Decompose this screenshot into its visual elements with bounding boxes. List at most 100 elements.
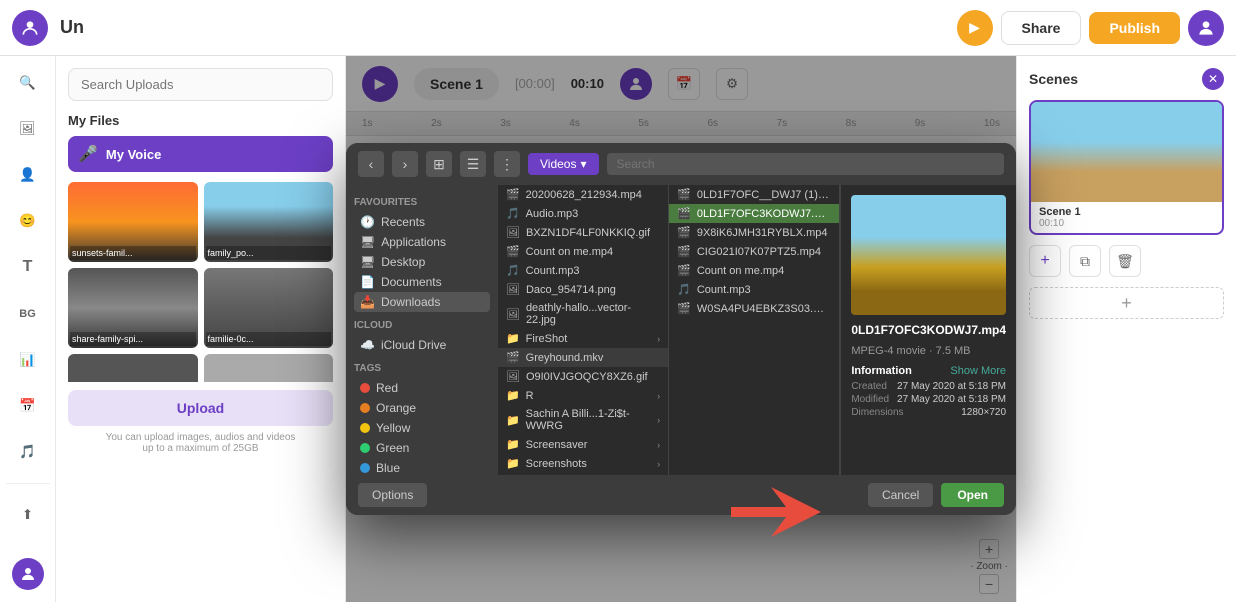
fp-file-row[interactable]: 🎬Count on me.mp4: [498, 242, 668, 261]
fp-toolbar: ‹ › ⊞ ☰ ⋮ Videos ▾: [346, 143, 1016, 185]
fp-column-view-btn[interactable]: ⋮: [494, 151, 520, 177]
my-voice-icon: 🎤: [78, 144, 98, 164]
fp-forward-btn[interactable]: ›: [392, 151, 418, 177]
fp-options-button[interactable]: Options: [358, 483, 427, 507]
avatar-icon-btn[interactable]: 😊: [10, 206, 46, 236]
scenes-close-btn[interactable]: ✕: [1202, 68, 1224, 90]
bg-icon-btn[interactable]: BG: [10, 299, 46, 329]
share-button[interactable]: Share: [1001, 11, 1082, 45]
fp-file2-row3[interactable]: 🎬9X8iK6JMH31RYBLX.mp4: [669, 223, 839, 242]
icon-sidebar: 🔍 🖼 👤 😊 T BG 📊 📅 🎵 ⬆: [0, 56, 56, 602]
fp-show-more[interactable]: Show More: [950, 365, 1006, 377]
scenes-actions: + ⧉ 🗑: [1029, 245, 1224, 277]
search-icon-btn[interactable]: 🔍: [10, 68, 46, 98]
text-icon-btn[interactable]: T: [10, 252, 46, 282]
upload-button[interactable]: Upload: [68, 390, 333, 426]
fp-file-row[interactable]: 🖼deathly-hallo...vector-22.jpg: [498, 299, 668, 329]
fp-footer-actions: Cancel Open: [868, 483, 1004, 507]
media-grid: sunsets-famil... family_po... share-fami…: [68, 182, 333, 382]
fp-file2-row5[interactable]: 🎬Count on me.mp4: [669, 261, 839, 280]
scene-1-thumbnail: [1031, 102, 1222, 202]
fp-sidebar-documents[interactable]: 📄Documents: [354, 272, 490, 292]
play-button[interactable]: ▶: [957, 10, 993, 46]
fp-file-row[interactable]: 📁Screenshots›: [498, 454, 668, 473]
tag-red-dot: [360, 383, 370, 393]
duplicate-scene-button[interactable]: ⧉: [1069, 245, 1101, 277]
tag-green-dot: [360, 443, 370, 453]
fp-file-row[interactable]: 📁Screensaver›: [498, 435, 668, 454]
fp-footer: Options Cancel Open: [346, 475, 1016, 515]
fp-files-col1: 🎬20200628_212934.mp4 🎵Audio.mp3 🖼BXZN1DF…: [498, 185, 669, 475]
search-uploads-input[interactable]: [68, 68, 333, 101]
media-thumb-familie[interactable]: familie-0c...: [204, 268, 334, 348]
fp-search-input[interactable]: [607, 153, 1004, 175]
fp-file2-row4[interactable]: 🎬CIG021I07K07PTZ5.mp4: [669, 242, 839, 261]
fp-tag-yellow[interactable]: Yellow: [354, 418, 490, 438]
fp-file-row[interactable]: 🖼O9I0IVJGOQCY8XZ6.gif: [498, 367, 668, 386]
fp-file-row[interactable]: 📁R›: [498, 386, 668, 405]
thumb-label-family: family_po...: [206, 246, 332, 260]
add-scene-button[interactable]: +: [1029, 245, 1061, 277]
fp-sidebar: Favourites 🕐Recents 🖥Applications 🖥Deskt…: [346, 185, 498, 475]
fp-grid-view-btn[interactable]: ⊞: [426, 151, 452, 177]
media-thumb-family[interactable]: family_po...: [204, 182, 334, 262]
fp-open-button[interactable]: Open: [941, 483, 1004, 507]
fp-file-row[interactable]: 📁FireShot›: [498, 329, 668, 348]
fp-cancel-button[interactable]: Cancel: [868, 483, 933, 507]
fp-file-row[interactable]: 🖼VCNHCFiGKLRRMUVQ.gif: [498, 473, 668, 475]
fp-file-row[interactable]: 🎵Count.mp3: [498, 261, 668, 280]
add-scene-plus-btn[interactable]: +: [1029, 287, 1224, 319]
fp-file2-row1[interactable]: 🎬0LD1F7OFC__DWJ7 (1).mp4: [669, 185, 839, 204]
thumb-label-sunsets: sunsets-famil...: [70, 246, 196, 260]
fp-sidebar-desktop[interactable]: 🖥Desktop: [354, 252, 490, 272]
fp-sidebar-icloud[interactable]: ☁️iCloud Drive: [354, 335, 490, 355]
user-avatar[interactable]: [1188, 10, 1224, 46]
fp-file-row[interactable]: 📁Sachin A Billi...1-Zi$t-WWRG›: [498, 405, 668, 435]
my-voice-label: My Voice: [106, 147, 161, 162]
fp-favourites-title: Favourites: [354, 197, 490, 208]
fp-sidebar-downloads[interactable]: 📥Downloads: [354, 292, 490, 312]
media-thumb-download[interactable]: download: [68, 354, 198, 382]
fp-tag-blue[interactable]: Blue: [354, 458, 490, 475]
bottom-avatar: [12, 558, 44, 590]
media-thumb-share-family[interactable]: share-family-spi...: [68, 268, 198, 348]
fp-file2-row7[interactable]: 🎬W0SA4PU4EBKZ3S03.mp4: [669, 299, 839, 318]
fp-file-row[interactable]: 🖼BXZN1DF4LF0NKKIQ.gif: [498, 223, 668, 242]
my-voice-item[interactable]: 🎤 My Voice: [68, 136, 333, 172]
file-picker-overlay: ‹ › ⊞ ☰ ⋮ Videos ▾ Favourites: [346, 56, 1016, 602]
fp-back-btn[interactable]: ‹: [358, 151, 384, 177]
fp-modified-value: 27 May 2020 at 5:18 PM: [897, 394, 1006, 405]
fp-file2-row6[interactable]: 🎵Count.mp3: [669, 280, 839, 299]
publish-button[interactable]: Publish: [1089, 12, 1180, 44]
file-picker: ‹ › ⊞ ☰ ⋮ Videos ▾ Favourites: [346, 143, 1016, 515]
fp-created-value: 27 May 2020 at 5:18 PM: [897, 381, 1006, 392]
scene-1-card[interactable]: Scene 1 00:10: [1029, 100, 1224, 235]
fp-tag-orange[interactable]: Orange: [354, 398, 490, 418]
thumb-label-share-family: share-family-spi...: [70, 332, 196, 346]
thumb-label-familie: familie-0c...: [206, 332, 332, 346]
fp-file-row-greyhound[interactable]: 🎬Greyhound.mkv: [498, 348, 668, 367]
fp-file-row[interactable]: 🎬20200628_212934.mp4: [498, 185, 668, 204]
delete-scene-button[interactable]: 🗑: [1109, 245, 1141, 277]
fp-file-row[interactable]: 🖼Daco_954714.png: [498, 280, 668, 299]
music-icon-btn[interactable]: 🎵: [10, 437, 46, 467]
fp-file2-selected[interactable]: 🎬0LD1F7OFC3KODWJ7.mp4: [669, 204, 839, 223]
user-icon-btn[interactable]: 👤: [10, 160, 46, 190]
fp-tag-green[interactable]: Green: [354, 438, 490, 458]
topbar-title: Un: [60, 17, 500, 38]
media-icon-btn[interactable]: 🖼: [10, 114, 46, 144]
chart-icon-btn[interactable]: 📊: [10, 345, 46, 375]
fp-icloud-title: iCloud: [354, 320, 490, 331]
fp-tag-red[interactable]: Red: [354, 378, 490, 398]
fp-sidebar-recents[interactable]: 🕐Recents: [354, 212, 490, 232]
fp-preview-image: [851, 195, 1006, 315]
fp-location-label: Videos ▾: [528, 153, 599, 175]
upload-icon-btn[interactable]: ⬆: [10, 500, 46, 530]
fp-list-view-btn[interactable]: ☰: [460, 151, 486, 177]
media-thumb-chrome[interactable]: chrome_screensh...: [204, 354, 334, 382]
calendar-icon-btn[interactable]: 📅: [10, 391, 46, 421]
media-thumb-sunsets[interactable]: sunsets-famil...: [68, 182, 198, 262]
fp-file-row[interactable]: 🎵Audio.mp3: [498, 204, 668, 223]
fp-sidebar-applications[interactable]: 🖥Applications: [354, 232, 490, 252]
fp-created-label: Created: [851, 381, 887, 392]
